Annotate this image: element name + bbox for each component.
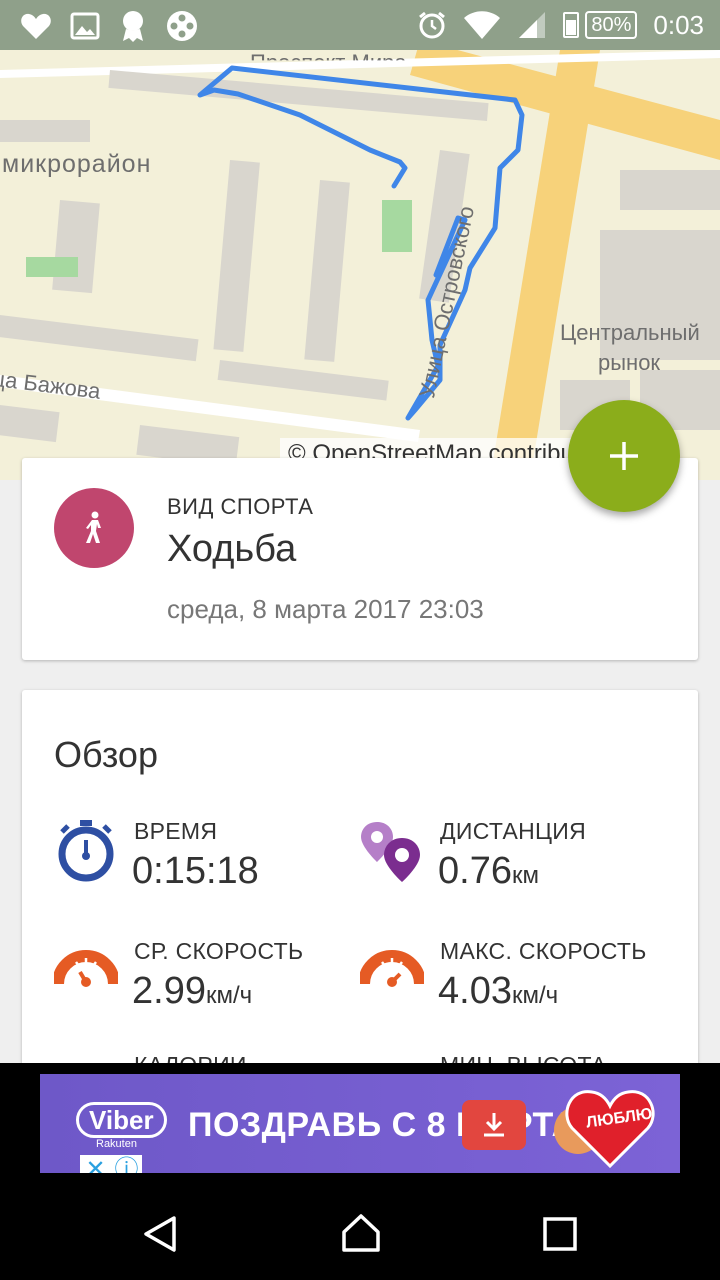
download-icon (484, 1113, 504, 1137)
stat-avg-speed-value: 2.99км/ч (132, 970, 253, 1012)
signal-icon (519, 12, 546, 38)
stopwatch-icon (58, 820, 114, 882)
stat-distance-label: ДИСТАНЦИЯ (440, 818, 587, 844)
alarm-icon (419, 11, 446, 39)
wifi-icon (464, 11, 501, 39)
close-icon[interactable]: ✕ (80, 1155, 111, 1173)
stat-time-value: 0:15:18 (132, 850, 259, 892)
clock: 0:03 (653, 9, 704, 40)
stat-distance-value: 0.76км (438, 850, 539, 892)
sport-avatar (54, 488, 134, 568)
plus-icon (610, 442, 638, 470)
ad-download-button[interactable] (462, 1100, 526, 1150)
navigation-bar (0, 1186, 720, 1280)
add-button[interactable] (568, 400, 680, 512)
overview-title: Обзор (54, 734, 158, 775)
battery-percent: 80% (585, 11, 638, 39)
speedometer-icon (54, 950, 118, 987)
activity-date: среда, 8 марта 2017 23:03 (167, 594, 484, 624)
viber-sub: Rakuten (96, 1138, 137, 1150)
info-icon[interactable]: ⓘ (111, 1155, 142, 1173)
stat-avg-speed-label: СР. СКОРОСТЬ (134, 938, 304, 964)
medal-icon (123, 11, 143, 42)
image-icon (70, 12, 100, 40)
stat-max-speed-label: МАКС. СКОРОСТЬ (440, 938, 647, 964)
overview-card: Обзор ВРЕМЯ 0:15:18 ДИСТАНЦИЯ 0.76км СР. (22, 690, 698, 1078)
recents-icon[interactable] (542, 1216, 578, 1252)
stat-time-label: ВРЕМЯ (134, 818, 218, 844)
speedometer-icon (360, 950, 424, 987)
battery-indicator: 80% (563, 11, 638, 39)
stat-max-speed-value: 4.03км/ч (438, 970, 559, 1012)
film-reel-icon (167, 11, 197, 41)
map-pins-icon (361, 822, 420, 882)
map-label-district: микрорайон (2, 150, 152, 178)
walking-person-icon (86, 511, 101, 543)
battery-icon (563, 12, 580, 38)
heart-icon (21, 13, 51, 39)
status-bar: 80% 0:03 (0, 0, 720, 50)
map-label-market-1: Центральный (560, 320, 700, 345)
viber-logo: Viber (76, 1102, 167, 1138)
ad-choices[interactable]: ✕ ⓘ (80, 1155, 142, 1173)
sport-name: Ходьба (167, 528, 297, 570)
map-label-market-2: рынок (598, 350, 661, 375)
home-icon[interactable] (340, 1212, 382, 1254)
back-icon[interactable] (140, 1214, 180, 1254)
sport-caption: ВИД СПОРТА (167, 494, 314, 519)
ad-sticker: ЛЮБЛЮ (550, 1080, 670, 1170)
ad-bar: Viber Rakuten ПОЗДРАВЬ С 8 МАРТА ЛЮБЛЮ ✕… (0, 1063, 720, 1186)
ad-banner[interactable]: Viber Rakuten ПОЗДРАВЬ С 8 МАРТА ЛЮБЛЮ ✕… (40, 1074, 680, 1173)
